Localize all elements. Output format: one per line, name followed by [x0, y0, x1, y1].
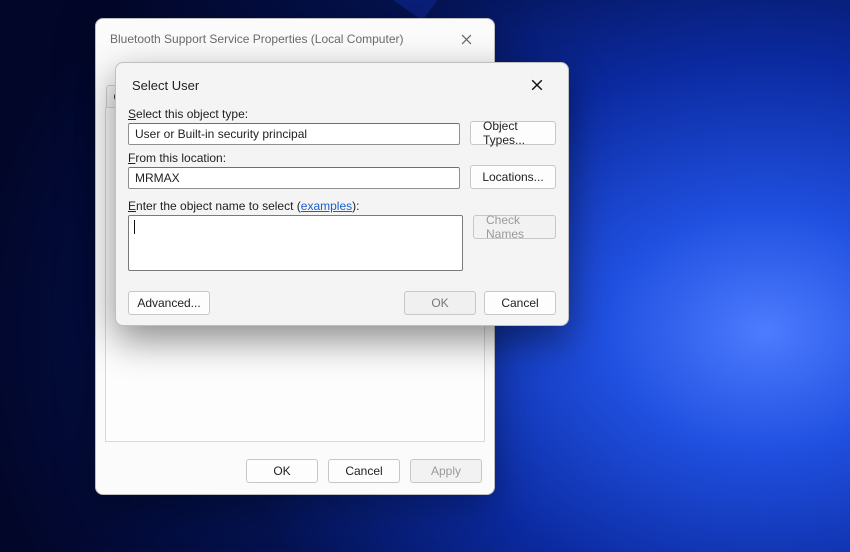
- apply-button[interactable]: Apply: [410, 459, 482, 483]
- locations-button[interactable]: Locations...: [470, 165, 556, 189]
- properties-titlebar: Bluetooth Support Service Properties (Lo…: [96, 19, 494, 59]
- properties-title: Bluetooth Support Service Properties (Lo…: [110, 32, 452, 46]
- dialog-title: Select User: [132, 78, 522, 93]
- location-row: From this location: MRMAX Locations...: [128, 151, 556, 189]
- close-icon[interactable]: [452, 25, 480, 53]
- advanced-button[interactable]: Advanced...: [128, 291, 210, 315]
- ok-button[interactable]: OK: [246, 459, 318, 483]
- object-name-input[interactable]: [128, 215, 463, 271]
- examples-link[interactable]: examples: [301, 199, 352, 213]
- location-label: From this location:: [128, 151, 460, 165]
- select-user-body: Select this object type: User or Built-i…: [116, 107, 568, 271]
- object-types-button[interactable]: Object Types...: [470, 121, 556, 145]
- close-icon[interactable]: [522, 70, 552, 100]
- text-caret: [134, 220, 135, 234]
- select-user-titlebar: Select User: [116, 63, 568, 107]
- properties-footer: OK Cancel Apply: [96, 448, 494, 494]
- ok-button[interactable]: OK: [404, 291, 476, 315]
- select-user-dialog: Select User Select this object type: Use…: [115, 62, 569, 326]
- check-names-button[interactable]: Check Names: [473, 215, 556, 239]
- object-type-field[interactable]: User or Built-in security principal: [128, 123, 460, 145]
- location-field[interactable]: MRMAX: [128, 167, 460, 189]
- object-name-label: Enter the object name to select (example…: [128, 199, 463, 213]
- select-user-footer: Advanced... OK Cancel: [116, 291, 568, 315]
- cancel-button[interactable]: Cancel: [328, 459, 400, 483]
- object-name-row: Enter the object name to select (example…: [128, 199, 556, 271]
- object-type-row: Select this object type: User or Built-i…: [128, 107, 556, 145]
- cancel-button[interactable]: Cancel: [484, 291, 556, 315]
- object-type-label: Select this object type:: [128, 107, 460, 121]
